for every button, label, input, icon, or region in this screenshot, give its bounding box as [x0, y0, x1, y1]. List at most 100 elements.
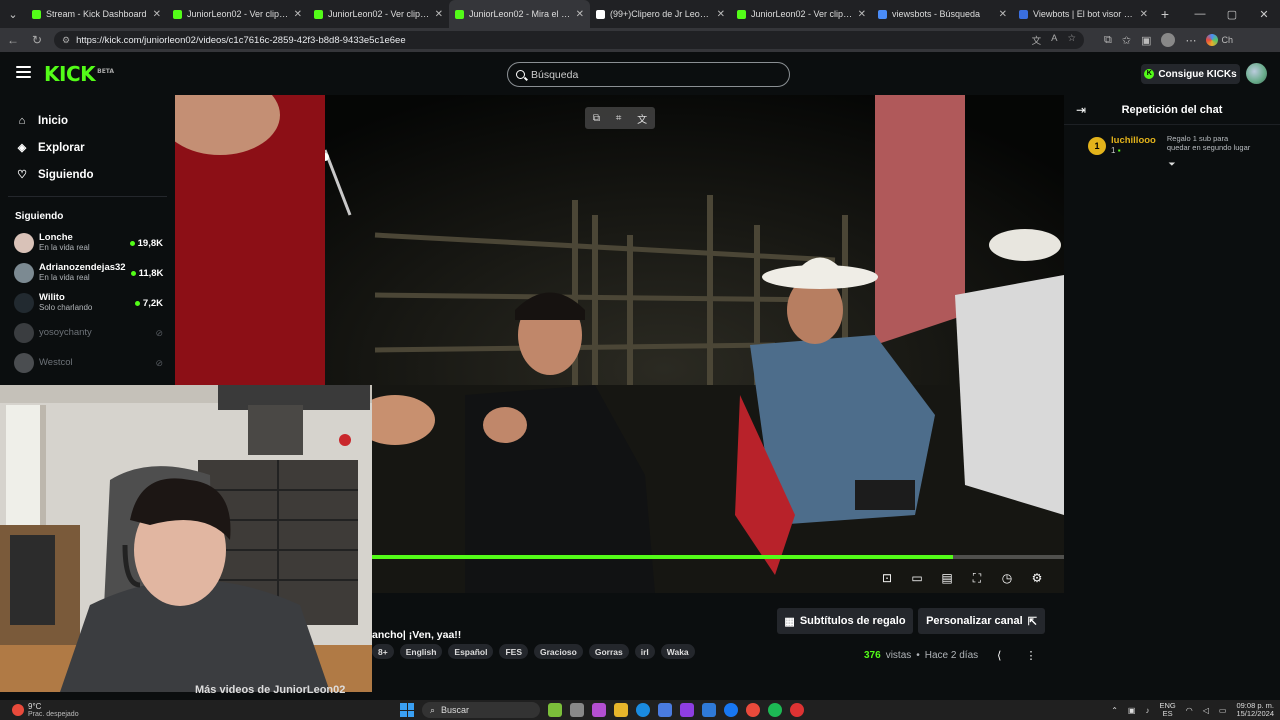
search-input[interactable]: [531, 68, 781, 81]
more-options-icon[interactable]: ⋯: [1185, 34, 1196, 47]
maximize-icon[interactable]: ▢: [1216, 8, 1248, 21]
weather-widget[interactable]: 9°C Prac. despejado: [0, 702, 120, 718]
volume-icon[interactable]: ◁: [1203, 706, 1209, 715]
tab-close-icon[interactable]: ✕: [858, 9, 866, 20]
share-icon[interactable]: ⟨: [997, 649, 1001, 662]
following-channel[interactable]: Lonche En la vida real 19,8K: [0, 228, 175, 258]
search-box[interactable]: [507, 62, 790, 87]
get-kicks-button[interactable]: K Consigue KICKs: [1141, 64, 1240, 84]
extensions-icon[interactable]: ⧉: [1104, 34, 1112, 47]
miniplayer-icon[interactable]: ⊡: [880, 571, 894, 586]
minimize-icon[interactable]: —: [1184, 8, 1216, 21]
following-channel[interactable]: Adrianozendejas32 En la vida real 11,8K: [0, 258, 175, 288]
tab-close-icon[interactable]: ✕: [717, 9, 725, 20]
new-tab-button[interactable]: +: [1154, 6, 1176, 22]
theater-icon[interactable]: ▭: [910, 571, 924, 586]
tab-close-icon[interactable]: ✕: [999, 9, 1007, 20]
browser-tab[interactable]: Viewbots | El bot visor #1 de ✕: [1013, 0, 1154, 28]
settings-icon[interactable]: ⚙: [1030, 571, 1044, 586]
sidebar-item-explorar[interactable]: ◈ Explorar: [16, 134, 175, 161]
tab-close-icon[interactable]: ✕: [435, 9, 443, 20]
app-icon-chrome[interactable]: [746, 703, 760, 717]
tag-chip[interactable]: Waka: [660, 644, 695, 659]
more-actions-icon[interactable]: ⋮: [1025, 649, 1036, 662]
browser-tab[interactable]: JuniorLeon02 - Ver clips en K ✕: [167, 0, 308, 28]
collections-icon[interactable]: ▣: [1141, 34, 1151, 47]
back-icon[interactable]: ←: [6, 33, 20, 47]
app-icon-mail[interactable]: [702, 703, 716, 717]
screenshot-icon[interactable]: ⌗: [616, 113, 622, 124]
speed-icon[interactable]: ◷: [1000, 571, 1014, 586]
favorite-star-icon[interactable]: ☆: [1067, 33, 1076, 47]
tray-chevron-icon[interactable]: ⌃: [1111, 706, 1118, 715]
address-bar[interactable]: ⚙ https://kick.com/juniorleon02/videos/c…: [54, 31, 1084, 49]
collapse-chat-icon[interactable]: ⇥: [1076, 103, 1096, 117]
kick-logo[interactable]: KICK BETA: [44, 62, 114, 86]
translate-video-icon[interactable]: 文: [637, 111, 647, 126]
user-avatar[interactable]: [1246, 63, 1267, 84]
translate-icon[interactable]: 文: [1032, 33, 1042, 47]
app-icon-game[interactable]: [548, 703, 562, 717]
app-icon-facebook[interactable]: [724, 703, 738, 717]
more-videos-heading: Más videos de JuniorLeon02: [195, 684, 346, 696]
customize-channel-button[interactable]: Personalizar canal ⇱: [918, 608, 1045, 634]
browser-tab[interactable]: viewsbots - Búsqueda ✕: [872, 0, 1013, 28]
clock[interactable]: 09:08 p. m. 15/12/2024: [1236, 702, 1274, 718]
app-icon-spotify[interactable]: [768, 703, 782, 717]
tag-chip[interactable]: English: [399, 644, 443, 659]
tab-close-icon[interactable]: ✕: [1140, 9, 1148, 20]
sidebar-item-inicio[interactable]: ⌂ Inicio: [16, 107, 175, 134]
tab-search-chevron-icon[interactable]: ⌄: [0, 0, 26, 28]
tag-chip[interactable]: Gorras: [588, 644, 629, 659]
reload-icon[interactable]: ↻: [30, 33, 44, 47]
site-info-icon[interactable]: ⚙: [62, 35, 70, 46]
tag-chip[interactable]: FES: [499, 644, 528, 659]
browser-tab[interactable]: JuniorLeon02 - Mira el VOD ✕: [449, 0, 590, 28]
tag-chip[interactable]: Gracioso: [534, 644, 583, 659]
app-icon-copilot[interactable]: [592, 703, 606, 717]
battery-icon[interactable]: ▭: [1219, 706, 1227, 715]
app-icon-store[interactable]: [658, 703, 672, 717]
close-window-icon[interactable]: ✕: [1248, 8, 1280, 21]
sidebar-item-siguiendo[interactable]: ♡ Siguiendo: [16, 161, 175, 188]
browser-tab[interactable]: (99+)Clipero de Jr Leon (@c ✕: [590, 0, 731, 28]
profile-avatar[interactable]: [1161, 33, 1176, 47]
tab-close-icon[interactable]: ✕: [576, 9, 584, 20]
app-icon-obs[interactable]: [680, 703, 694, 717]
following-channel[interactable]: Wilito Solo charlando 7,2K: [0, 288, 175, 318]
picture-in-picture-icon[interactable]: ⧉: [593, 113, 600, 124]
app-icon-edge[interactable]: [636, 703, 650, 717]
taskbar-search[interactable]: ⌕ Buscar: [422, 702, 540, 718]
favorites-icon[interactable]: ✩: [1122, 34, 1131, 47]
video-progress-bar[interactable]: [372, 555, 1064, 559]
browser-tab[interactable]: JuniorLeon02 - Ver clips en K ✕: [308, 0, 449, 28]
following-channel[interactable]: Westcol ⊘: [0, 348, 175, 378]
menu-hamburger-icon[interactable]: [16, 66, 31, 78]
captions-icon[interactable]: ▤: [940, 571, 954, 586]
app-icon-explorer[interactable]: [614, 703, 628, 717]
fullscreen-icon[interactable]: ⛶: [970, 571, 984, 586]
tab-close-icon[interactable]: ✕: [153, 9, 161, 20]
app-icon-taskview[interactable]: [570, 703, 584, 717]
tray-app-icon[interactable]: ▣: [1128, 706, 1136, 715]
following-channel[interactable]: yosoychanty ⊘: [0, 318, 175, 348]
expand-pinned-icon[interactable]: ⏷: [1064, 159, 1280, 170]
windows-start-icon[interactable]: [400, 703, 414, 717]
tab-close-icon[interactable]: ✕: [294, 9, 302, 20]
tab-title: viewsbots - Búsqueda: [892, 9, 981, 19]
tag-chip[interactable]: irl: [634, 644, 655, 659]
gift-subs-button[interactable]: ▦ Subtítulos de regalo: [777, 608, 913, 634]
tag-chip[interactable]: 8+: [372, 644, 394, 659]
wifi-icon[interactable]: ◠: [1186, 706, 1193, 715]
dot-separator: •: [916, 650, 920, 661]
browser-tab[interactable]: Stream - Kick Dashboard ✕: [26, 0, 167, 28]
app-icon-capcut[interactable]: [790, 703, 804, 717]
language-indicator[interactable]: ENG ES: [1159, 702, 1175, 718]
gift-username[interactable]: luchillooo: [1111, 135, 1156, 146]
browser-tab[interactable]: JuniorLeon02 - Ver clips en K ✕: [731, 0, 872, 28]
read-aloud-icon[interactable]: A: [1051, 33, 1057, 47]
viewer-count: 7,2K: [134, 298, 163, 309]
copilot-icon[interactable]: [1206, 34, 1219, 46]
tag-chip[interactable]: Español: [448, 644, 494, 659]
microphone-icon[interactable]: ♪: [1145, 706, 1149, 715]
